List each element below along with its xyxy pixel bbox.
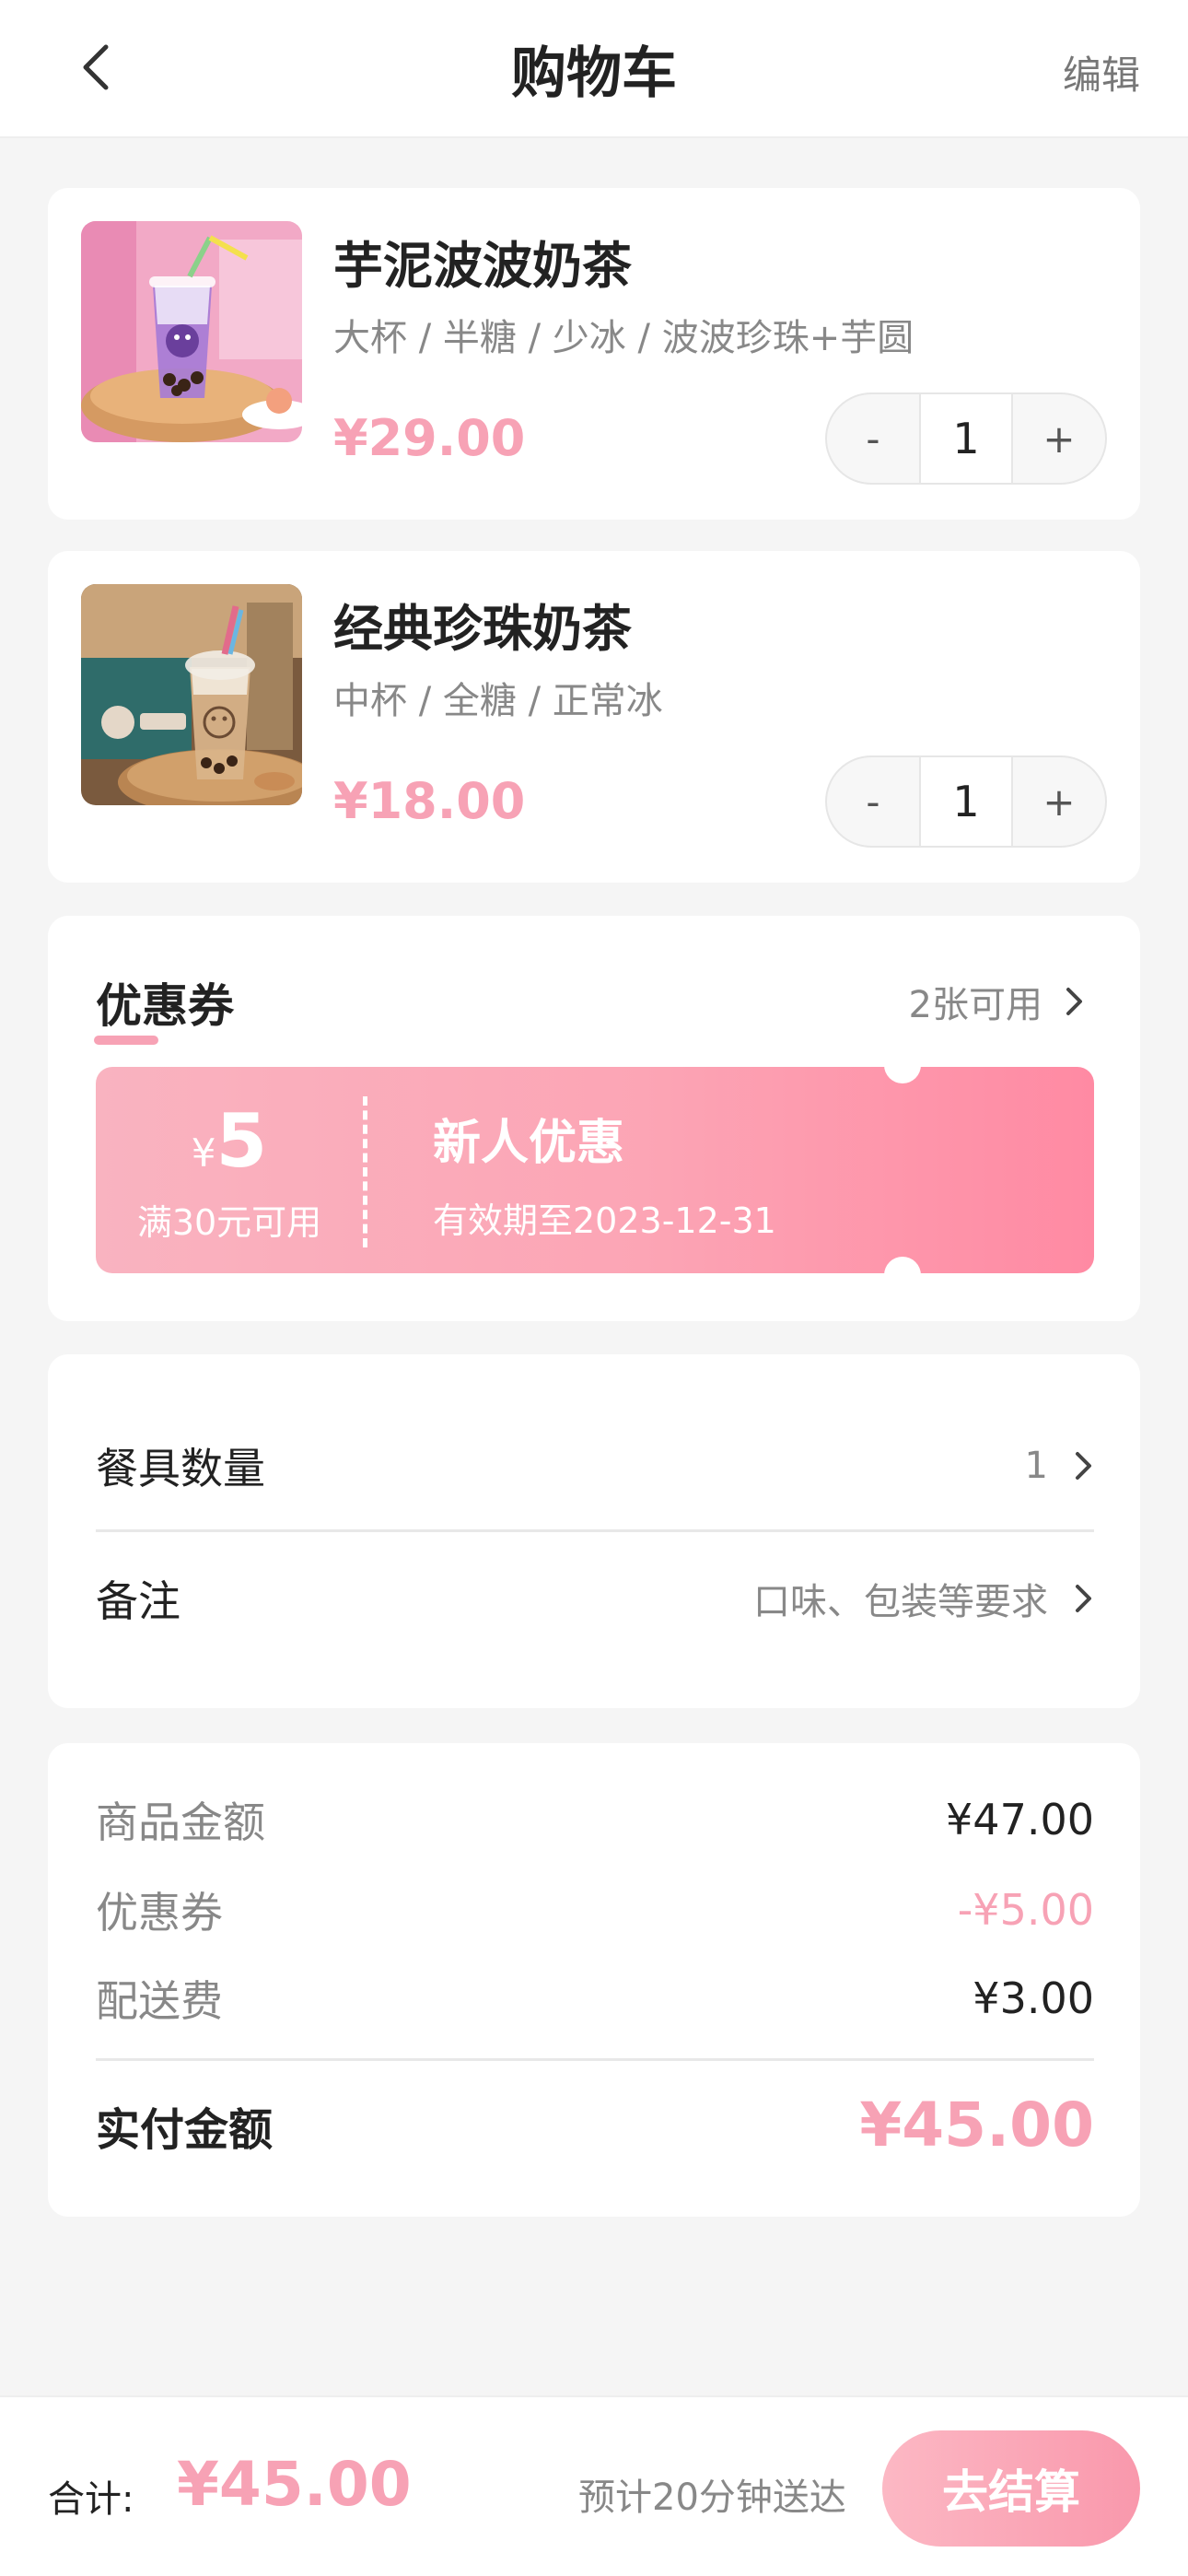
- note-value-group: 口味、包装等要求: [753, 1572, 1094, 1625]
- product-spec: 中杯 / 全糖 / 正常冰: [333, 680, 663, 722]
- product-name[interactable]: 经典珍珠奶茶: [333, 588, 632, 661]
- delivery-fee-row: 配送费 ¥3.00: [96, 1968, 1094, 2029]
- product-price: ¥18.00: [333, 772, 526, 830]
- divider: [96, 1529, 1094, 1532]
- header-bar: 购物车 编辑: [0, 0, 1188, 138]
- decrease-button[interactable]: -: [827, 394, 919, 483]
- ticket-divider: [363, 1096, 367, 1247]
- chevron-right-icon: [1076, 1452, 1091, 1480]
- coupon-discount-value: -¥5.00: [957, 1885, 1094, 1935]
- divider: [96, 2058, 1094, 2061]
- chevron-right-icon: [1066, 988, 1082, 1015]
- quantity-value[interactable]: 1: [919, 757, 1013, 846]
- goods-amount-label: 商品金额: [96, 1797, 265, 1847]
- goods-amount-row: 商品金额 ¥47.00: [96, 1789, 1094, 1850]
- note-label: 备注: [96, 1576, 181, 1626]
- ticket-notch-top: [884, 1047, 921, 1083]
- currency-symbol: ¥: [191, 1130, 216, 1176]
- cart-item: 芋泥波波奶茶 大杯 / 半糖 / 少冰 / 波波珍珠+芋圆 ¥29.00 - 1…: [48, 188, 1140, 520]
- total-amount: ¥45.00: [177, 2449, 412, 2520]
- tableware-label: 餐具数量: [96, 1444, 265, 1493]
- coupon-available-link[interactable]: 2张可用: [909, 975, 1085, 1028]
- quantity-value[interactable]: 1: [919, 394, 1013, 483]
- tableware-value: 1: [1024, 1445, 1048, 1487]
- coupon-discount-label: 优惠券: [96, 1888, 223, 1938]
- total-label: 合计:: [48, 2478, 134, 2521]
- increase-button[interactable]: +: [1013, 394, 1105, 483]
- decrease-button[interactable]: -: [827, 757, 919, 846]
- tableware-value-group: 1: [1025, 1445, 1094, 1487]
- quantity-stepper: - 1 +: [825, 392, 1107, 485]
- checkout-bar: 合计: ¥45.00 预计20分钟送达 去结算: [0, 2395, 1188, 2576]
- order-options: 餐具数量 1 备注 口味、包装等要求: [48, 1354, 1140, 1708]
- coupon-expiry: 有效期至2023-12-31: [433, 1200, 776, 1241]
- coupon-name: 新人优惠: [433, 1116, 625, 1171]
- coupon-section: 优惠券 2张可用 ¥5 满30元可用 新人优惠 有效期至2023-12-31: [48, 916, 1140, 1321]
- chevron-right-icon: [1076, 1585, 1091, 1612]
- coupon-condition: 满30元可用: [136, 1202, 322, 1243]
- checkout-button[interactable]: 去结算: [882, 2430, 1140, 2547]
- product-spec: 大杯 / 半糖 / 少冰 / 波波珍珠+芋圆: [333, 317, 914, 359]
- edit-button[interactable]: 编辑: [1063, 44, 1140, 100]
- note-placeholder: 口味、包装等要求: [753, 1581, 1048, 1623]
- ticket-notch-bottom: [884, 1257, 921, 1294]
- goods-amount-value: ¥47.00: [946, 1795, 1094, 1844]
- tableware-row[interactable]: 餐具数量 1: [96, 1406, 1094, 1526]
- coupon-amount: ¥5: [96, 1098, 363, 1184]
- cart-item: 经典珍珠奶茶 中杯 / 全糖 / 正常冰 ¥18.00 - 1 +: [48, 551, 1140, 883]
- chevron-left-icon: [83, 44, 109, 90]
- delivery-fee-label: 配送费: [96, 1976, 223, 2026]
- increase-button[interactable]: +: [1013, 757, 1105, 846]
- coupon-section-title: 优惠券: [96, 979, 234, 1033]
- total-paid-value: ¥45.00: [859, 2090, 1094, 2160]
- quantity-stepper: - 1 +: [825, 755, 1107, 848]
- page-title: 购物车: [511, 41, 677, 106]
- total-paid-label: 实付金额: [96, 2103, 274, 2156]
- product-image[interactable]: [81, 221, 302, 442]
- coupon-available-count: 2张可用: [908, 984, 1042, 1026]
- back-button[interactable]: [64, 35, 129, 100]
- title-underline: [94, 1036, 158, 1045]
- coupon-ticket[interactable]: ¥5 满30元可用 新人优惠 有效期至2023-12-31: [96, 1047, 1094, 1294]
- cart-page: 购物车 编辑 芋泥波波奶茶 大杯 / 半糖 / 少冰 / 波波珍珠+芋圆 ¥29…: [0, 0, 1188, 2576]
- coupon-discount-row: 优惠券 -¥5.00: [96, 1879, 1094, 1940]
- product-name[interactable]: 芋泥波波奶茶: [333, 225, 632, 298]
- delivery-fee-value: ¥3.00: [973, 1973, 1094, 2023]
- total-paid-row: 实付金额 ¥45.00: [96, 2090, 1094, 2160]
- price-summary: 商品金额 ¥47.00 优惠券 -¥5.00 配送费 ¥3.00 实付金额 ¥4…: [48, 1743, 1140, 2217]
- product-image[interactable]: [81, 584, 302, 805]
- coupon-value: 5: [215, 1098, 268, 1184]
- product-price: ¥29.00: [333, 409, 526, 467]
- delivery-eta: 预计20分钟送达: [578, 2476, 846, 2519]
- note-row[interactable]: 备注 口味、包装等要求: [96, 1539, 1094, 1658]
